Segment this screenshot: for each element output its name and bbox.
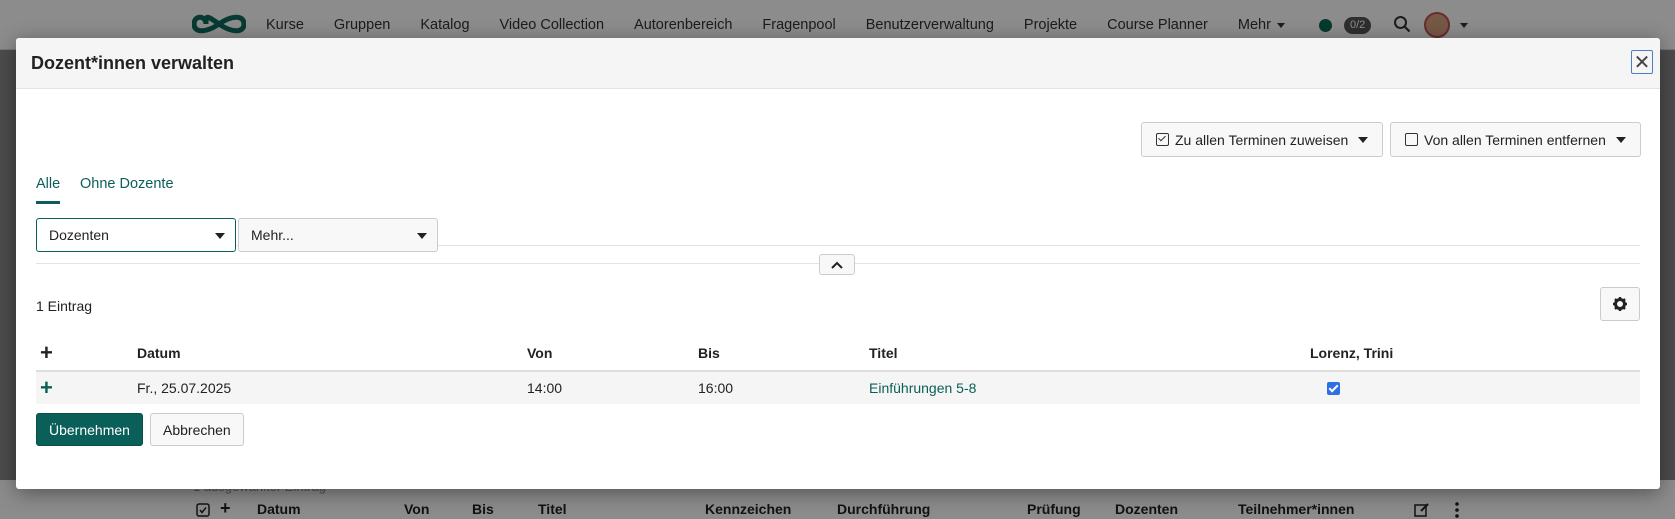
col-titel[interactable]: Titel <box>869 336 898 370</box>
assign-checkbox[interactable] <box>1327 372 1340 404</box>
caret-down-icon <box>215 233 225 239</box>
dialog-title: Dozent*innen verwalten <box>31 53 235 73</box>
dozenten-filter-value: Dozenten <box>49 227 109 243</box>
expand-all-button[interactable]: + <box>40 336 53 370</box>
apply-button[interactable]: Übernehmen <box>36 413 143 446</box>
col-datum[interactable]: Datum <box>137 336 181 370</box>
checkbox-checked-icon <box>1327 381 1340 395</box>
lecturer-assignment-table: + Datum Von Bis Titel Lorenz, Trini + Fr… <box>36 336 1640 404</box>
more-filter-value: Mehr... <box>251 227 294 243</box>
cell-von: 14:00 <box>527 380 563 396</box>
collapse-filters-button[interactable] <box>819 254 855 275</box>
caret-down-icon <box>1615 136 1626 143</box>
close-icon: ✕ <box>1633 51 1651 74</box>
gear-icon <box>1613 297 1627 311</box>
check-square-icon <box>1156 133 1169 146</box>
dialog-header: Dozent*innen verwalten ✕ <box>16 38 1660 89</box>
assign-all-label: Zu allen Terminen zuweisen <box>1175 131 1349 148</box>
cell-datum: Fr., 25.07.2025 <box>137 380 232 396</box>
chevron-up-icon <box>831 261 843 269</box>
cell-bis: 16:00 <box>698 380 734 396</box>
dozenten-filter-select[interactable]: Dozenten <box>36 218 236 252</box>
table-row: + Fr., 25.07.2025 14:00 16:00 Einführung… <box>36 372 1640 404</box>
expand-row-button[interactable]: + <box>40 372 53 404</box>
caret-down-icon <box>417 233 427 239</box>
square-icon <box>1405 133 1418 146</box>
cancel-button[interactable]: Abbrechen <box>150 413 244 446</box>
plus-icon: + <box>40 340 53 365</box>
caret-down-icon <box>1358 136 1369 143</box>
tab-ohne-dozente[interactable]: Ohne Dozente <box>80 176 174 201</box>
remove-all-button[interactable]: Von allen Terminen entfernen <box>1390 122 1641 157</box>
table-header: + Datum Von Bis Titel Lorenz, Trini <box>36 336 1640 372</box>
entry-count: 1 Eintrag <box>36 298 93 314</box>
tab-alle[interactable]: Alle <box>36 176 61 204</box>
manage-lecturers-dialog: Dozent*innen verwalten ✕ Zu allen Termin… <box>16 38 1660 489</box>
col-von[interactable]: Von <box>527 336 552 370</box>
col-lecturer-lorenz-trini[interactable]: Lorenz, Trini <box>1310 336 1393 370</box>
remove-all-label: Von allen Terminen entfernen <box>1424 131 1606 148</box>
plus-icon: + <box>40 375 53 400</box>
assign-all-button[interactable]: Zu allen Terminen zuweisen <box>1141 122 1384 157</box>
col-bis[interactable]: Bis <box>698 336 720 370</box>
more-filter-select[interactable]: Mehr... <box>238 218 438 252</box>
cell-titel-link[interactable]: Einführungen 5-8 <box>869 372 976 404</box>
table-settings-button[interactable] <box>1600 287 1640 321</box>
close-button[interactable]: ✕ <box>1631 50 1653 74</box>
